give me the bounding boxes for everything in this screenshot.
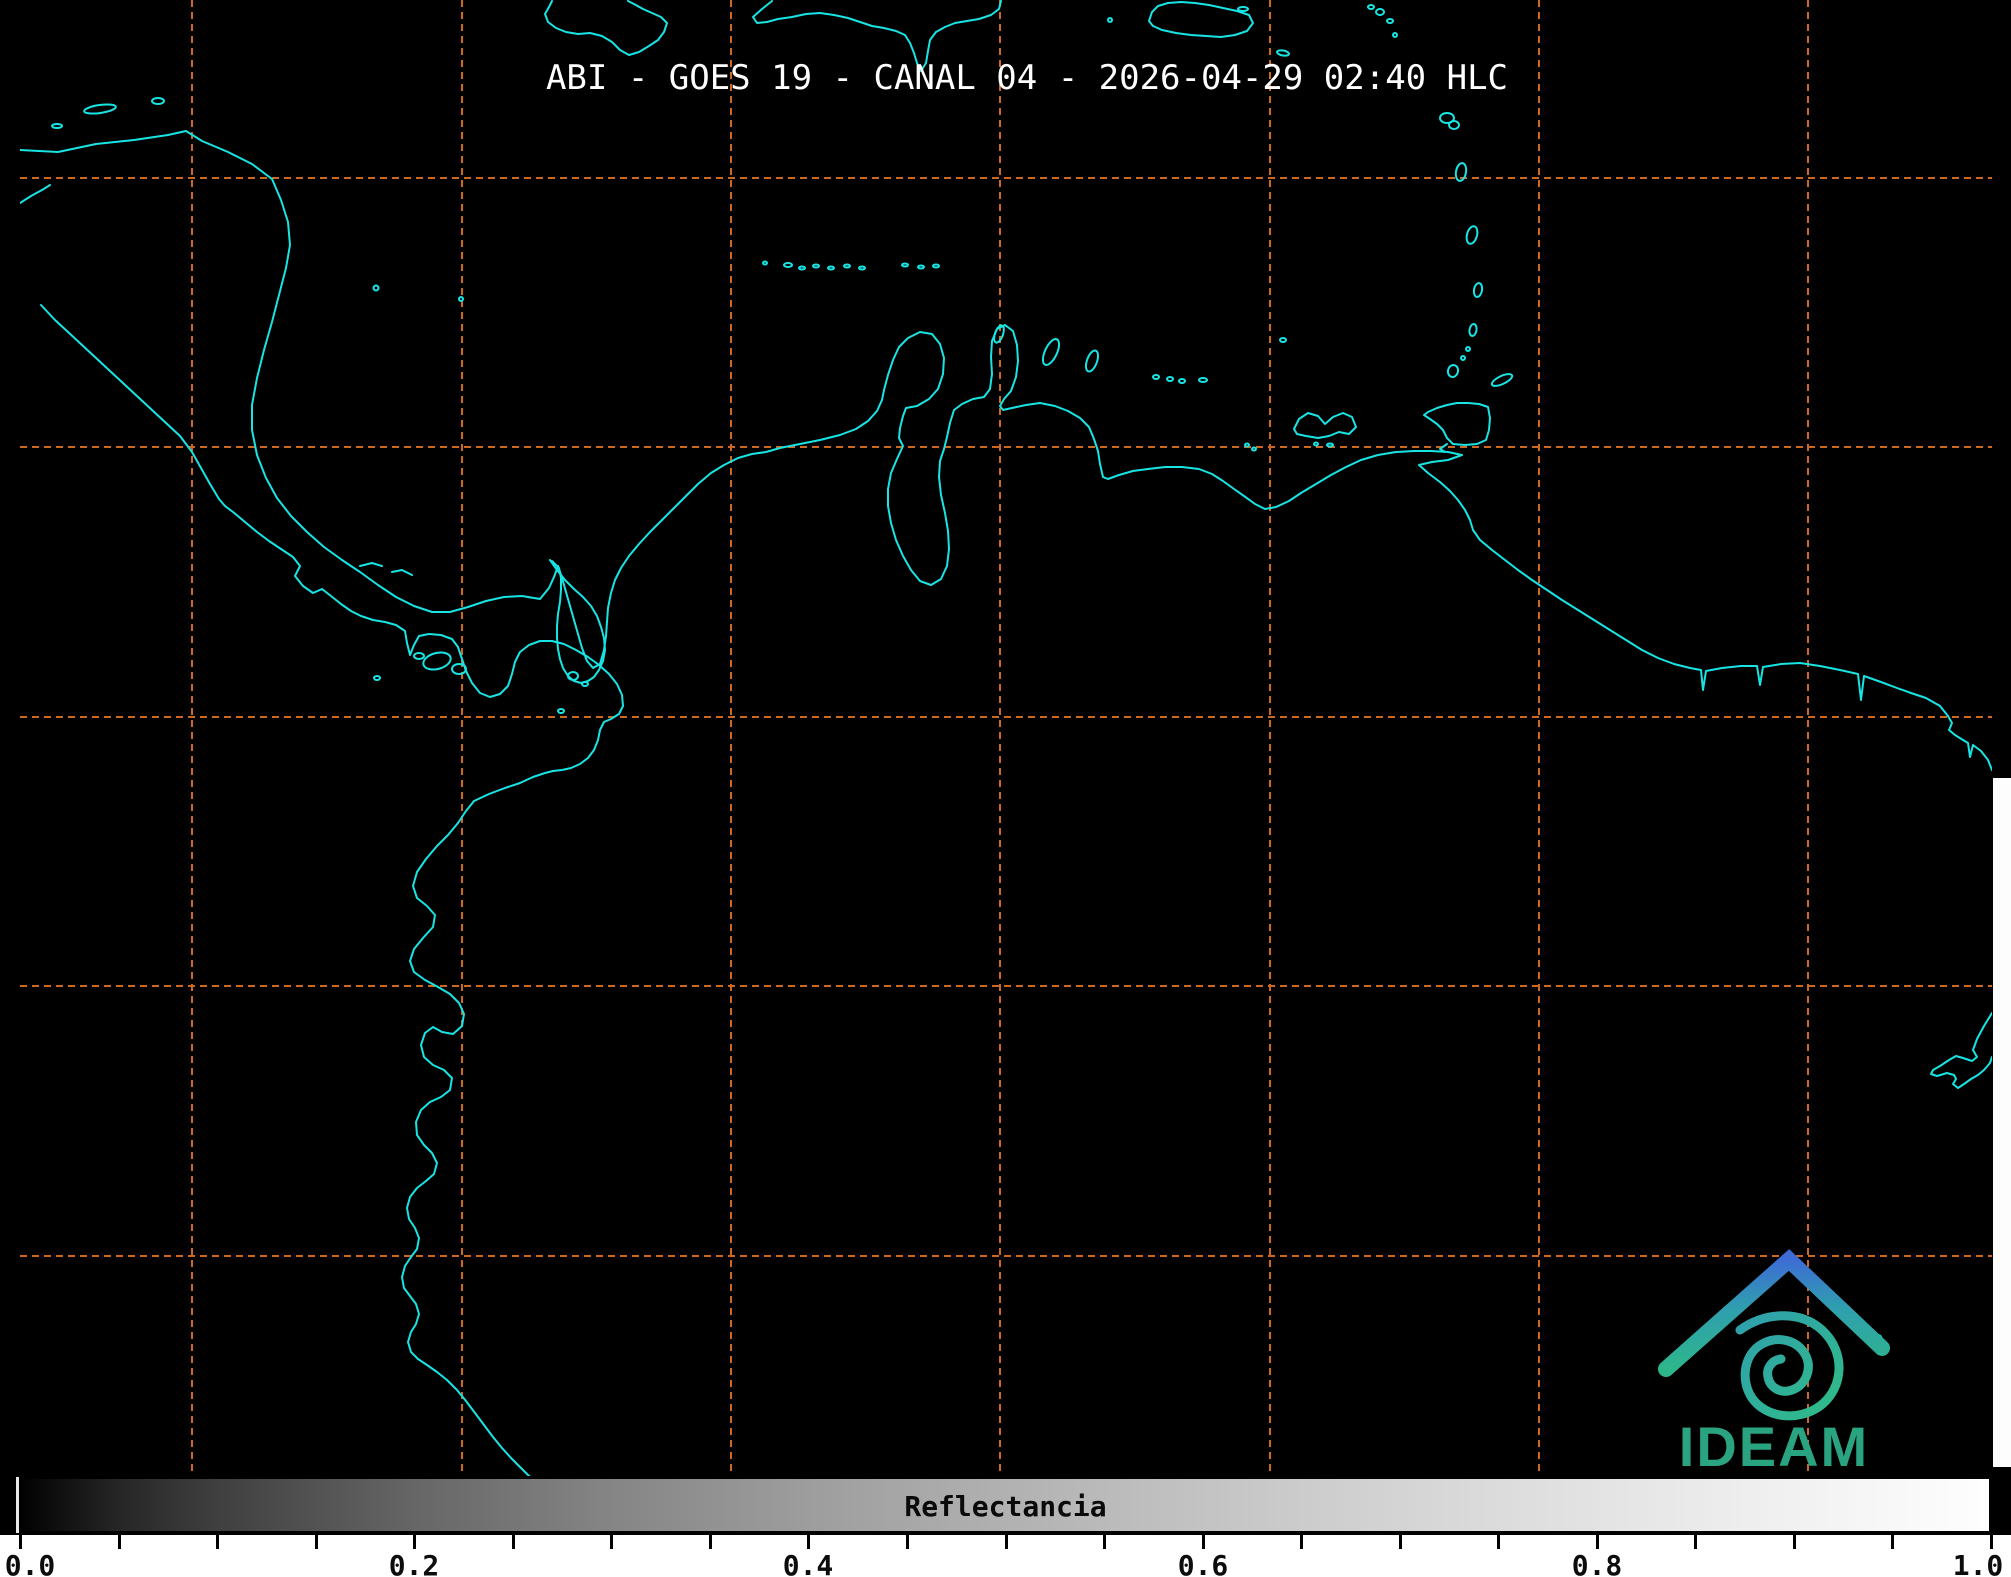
island (901, 262, 909, 268)
coastline-caribbean-main-coast (20, 130, 1992, 771)
island (1276, 49, 1290, 57)
island (1178, 378, 1186, 384)
island (1460, 355, 1466, 361)
island (1166, 376, 1174, 382)
colorbar-tick (1201, 1535, 1205, 1549)
island (1279, 337, 1287, 343)
colorbar-tick (117, 1535, 121, 1549)
coastlines (20, 0, 1992, 1476)
island (1198, 377, 1208, 383)
island (83, 103, 117, 115)
island (581, 681, 589, 687)
island (1107, 17, 1113, 23)
logo-hurricane-swirl-icon (1735, 1311, 1844, 1421)
island (51, 123, 63, 129)
island (858, 265, 866, 271)
island (1251, 446, 1257, 452)
colorbar-tick-label: 1.0 (1952, 1549, 2004, 1577)
island (1244, 442, 1250, 448)
island (1367, 4, 1375, 10)
islands (51, 4, 1883, 1346)
coastline-amazon-mouth-fragment (1930, 1012, 1992, 1089)
colorbar-tick (610, 1535, 614, 1549)
island (1468, 323, 1478, 337)
island (372, 284, 380, 292)
colorbar-tick (1103, 1535, 1107, 1549)
island (1152, 374, 1160, 380)
island (1472, 282, 1484, 298)
island (1448, 120, 1460, 130)
colorbar-tick (19, 1535, 22, 1549)
colorbar-label: Reflectancia (904, 1490, 1107, 1523)
coastline-jamaica (544, 0, 668, 56)
island (798, 265, 806, 271)
island (1041, 338, 1061, 366)
colorbar-tick (1891, 1535, 1895, 1549)
island (422, 651, 452, 671)
lat-lon-gridlines (20, 0, 1992, 1476)
island (1465, 346, 1471, 352)
map-canvas: IDEAM (20, 0, 2011, 1478)
coastline-darien-fragments (359, 562, 413, 576)
colorbar-tick (1300, 1535, 1304, 1549)
colorbar-tick-label: 0.2 (388, 1549, 440, 1577)
island (1386, 18, 1394, 24)
island (1313, 441, 1319, 447)
coastline-honduras-left-fragment (20, 184, 51, 204)
coastline-puerto-rico (1148, 1, 1254, 38)
colorbar-tick-label: 0.8 (1571, 1549, 1623, 1577)
colorbar-tick (511, 1535, 515, 1549)
image-title: ABI - GOES 19 - CANAL 04 - 2026-04-29 02… (545, 58, 1509, 98)
colorbar-tick-label: 0.0 (4, 1549, 56, 1577)
island (783, 262, 793, 268)
colorbar-tick (314, 1535, 318, 1549)
island (762, 260, 768, 266)
island (1084, 349, 1100, 373)
colorbar-tick (413, 1535, 417, 1549)
island (1465, 225, 1479, 245)
island (557, 708, 565, 714)
island (812, 263, 820, 269)
island (932, 263, 940, 269)
coastline-trinidad (1423, 402, 1491, 453)
island (451, 663, 467, 675)
island (1375, 8, 1385, 16)
island (413, 652, 425, 660)
island (1326, 442, 1334, 448)
colorbar-tick-label: 0.4 (782, 1549, 834, 1577)
colorbar-tick (708, 1535, 712, 1549)
colorbar-tick (216, 1535, 220, 1549)
island (917, 264, 925, 270)
island (1446, 364, 1460, 378)
island (843, 263, 851, 269)
island (1237, 6, 1249, 12)
island (993, 324, 1005, 344)
island (1392, 32, 1398, 38)
colorbar-tick (1990, 1535, 1993, 1549)
ideam-logo: IDEAM (1658, 1249, 1890, 1478)
satellite-image-figure: IDEAM ABI - GOES 19 - CANAL 04 - 2026-04… (0, 0, 2011, 1577)
logo-wordmark: IDEAM (1679, 1415, 1869, 1478)
island (151, 97, 165, 105)
island (1490, 373, 1514, 387)
island (373, 675, 381, 681)
island (827, 265, 835, 271)
colorbar-tick (1004, 1535, 1008, 1549)
colorbar-tick (1694, 1535, 1698, 1549)
colorbar-tick (1398, 1535, 1402, 1549)
colorbar-tick (1497, 1535, 1501, 1549)
colorbar-tick (807, 1535, 811, 1549)
colorbar-tick-label: 0.6 (1177, 1549, 1229, 1577)
coastline-pacific-coast (40, 304, 624, 1476)
coastline-margarita (1293, 412, 1357, 439)
colorbar-tick (1792, 1535, 1796, 1549)
colorbar-tick (905, 1535, 909, 1549)
colorbar-tick (1595, 1535, 1599, 1549)
right-edge-data-strip (1993, 778, 2011, 1467)
island (458, 296, 464, 302)
